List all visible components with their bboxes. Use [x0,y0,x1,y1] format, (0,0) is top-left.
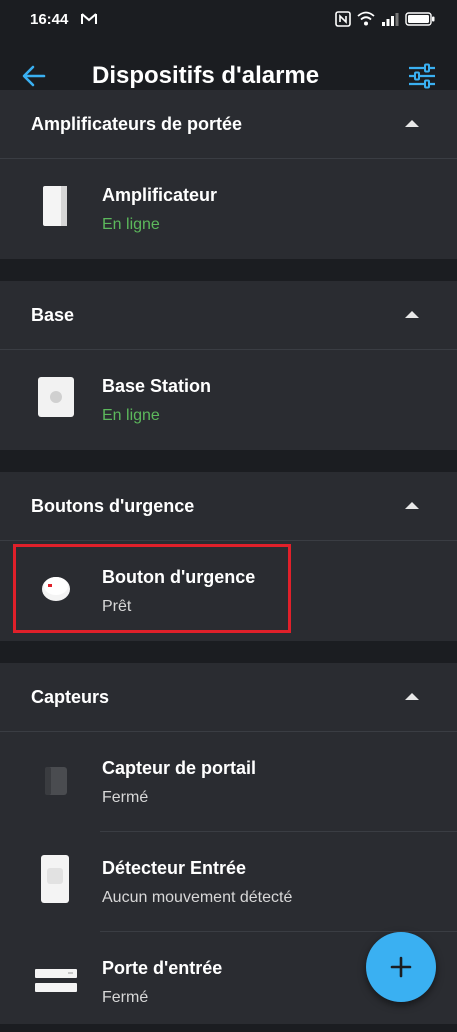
section-base: Base Base Station En ligne [0,281,457,450]
device-name: Capteur de portail [102,758,257,778]
device-row-bouton-urgence[interactable]: Bouton d'urgence Prêt [0,541,457,641]
panic-button-icon [42,577,70,601]
gate-sensor-icon [45,767,67,795]
contact-sensor-icon [35,969,77,992]
device-name: Porte d'entrée [102,958,223,978]
section-title: Capteurs [31,687,110,707]
motion-detector-icon [41,855,69,903]
section-header[interactable]: Base [0,281,457,350]
device-status: Aucun mouvement détecté [102,889,293,906]
signal-icon [382,13,399,26]
add-device-button[interactable] [366,932,436,1002]
section-header[interactable]: Boutons d'urgence [0,472,457,541]
nfc-icon [335,11,351,27]
gmail-icon [81,13,97,24]
section-header[interactable]: Amplificateurs de portée [0,90,457,159]
filter-icon[interactable] [407,62,437,90]
status-icons [335,11,435,27]
device-row-amplificateur[interactable]: Amplificateur En ligne [0,159,457,259]
device-name: Bouton d'urgence [102,567,256,587]
device-name: Détecteur Entrée [102,858,247,878]
section-title: Boutons d'urgence [31,496,195,516]
wifi-icon [357,11,375,26]
section-title: Amplificateurs de portée [31,114,243,134]
device-row-base-station[interactable]: Base Station En ligne [0,350,457,450]
chevron-up-icon[interactable] [405,693,419,700]
range-extender-icon [43,186,67,226]
section-panic-buttons: Boutons d'urgence Bouton d'urgence Prêt [0,472,457,641]
status-time: 16:44 [30,11,69,28]
back-arrow-icon[interactable] [20,62,48,90]
chevron-up-icon[interactable] [405,311,419,318]
device-status: En ligne [102,407,160,424]
device-row-detecteur-entree[interactable]: Détecteur Entrée Aucun mouvement détecté [0,832,457,932]
device-status: Fermé [102,989,149,1006]
battery-icon [405,12,435,26]
device-status: En ligne [102,216,160,233]
chevron-up-icon[interactable] [405,502,419,509]
device-name: Amplificateur [102,185,218,205]
device-name: Base Station [102,376,212,396]
device-row-capteur-portail[interactable]: Capteur de portail Fermé [0,732,457,832]
status-bar: 16:44 [0,0,457,40]
page-title: Dispositifs d'alarme [92,62,320,89]
device-status: Prêt [102,598,132,615]
section-header[interactable]: Capteurs [0,663,457,732]
section-range-extenders: Amplificateurs de portée Amplificateur E… [0,90,457,259]
plus-icon [390,956,412,978]
base-station-icon [38,377,74,417]
device-status: Fermé [102,789,149,806]
chevron-up-icon[interactable] [405,120,419,127]
section-title: Base [31,305,75,325]
